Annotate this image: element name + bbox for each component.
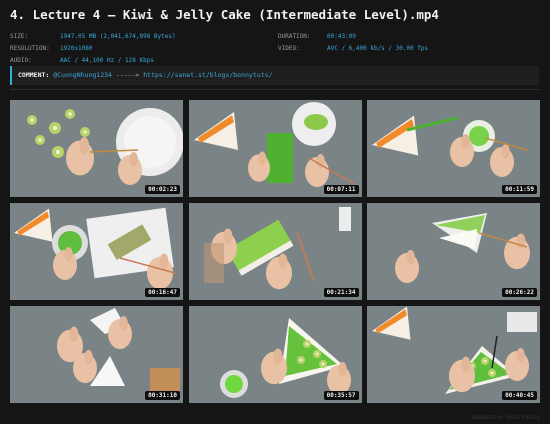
size-value: 1947.05 MB (2,041,674,898 Bytes) <box>60 33 176 40</box>
comment-user: @CuongNhung1234 <box>53 71 112 79</box>
thumbnail-scene-image <box>367 203 540 300</box>
video-thumbnail[interactable]: 00:35:57 <box>188 306 362 403</box>
video-thumbnail[interactable]: 00:31:10 <box>10 306 183 403</box>
comment-bar: COMMENT: @CuongNhung1234 -----> https://… <box>10 66 539 85</box>
resolution-value: 1920x1080 <box>60 45 93 52</box>
video-label: VIDEO: <box>278 45 300 52</box>
duration-value: 00:43:09 <box>327 33 356 40</box>
video-thumbnail[interactable]: 00:21:34 <box>188 203 362 300</box>
thumbnail-scene-image <box>10 100 183 197</box>
thumbnail-scene-image <box>188 100 362 197</box>
video-thumbnail[interactable]: 00:40:45 <box>367 306 540 403</box>
comment-label: COMMENT: <box>18 71 50 79</box>
thumbnail-scene-image <box>188 203 362 300</box>
video-thumbnail[interactable]: 00:11:59 <box>367 100 540 197</box>
thumbnail-timestamp: 00:07:11 <box>323 185 359 194</box>
thumbnail-scene-image <box>10 306 183 403</box>
comment-url[interactable]: https://sanet.st/blogs/bonnytuts/ <box>143 71 272 79</box>
video-thumbnail[interactable]: 00:02:23 <box>10 100 183 197</box>
thumbnail-timestamp: 00:26:22 <box>502 288 537 297</box>
thumbnail-scene-image <box>367 100 540 197</box>
thumbnail-scene-image <box>367 306 540 403</box>
video-title: 4. Lecture 4 – Kiwi & Jelly Cake (Interm… <box>10 7 439 22</box>
resolution-label: RESOLUTION: <box>10 45 50 52</box>
thumbnail-scene-image <box>188 306 362 403</box>
thumbnail-timestamp: 00:31:10 <box>145 391 180 400</box>
video-thumbnail[interactable]: 00:07:11 <box>188 100 362 197</box>
video-thumbnail[interactable]: 00:26:22 <box>367 203 540 300</box>
video-codec-value: AVC / 6,400 kb/s / 30.00 fps <box>327 45 429 52</box>
duration-label: DURATION: <box>278 33 311 40</box>
comment-arrow: -----> <box>115 71 140 79</box>
thumbnail-timestamp: 00:40:45 <box>502 391 537 400</box>
watermark: GENERATED BY VIDEO PREVIEW <box>472 415 540 420</box>
thumbnail-timestamp: 00:02:23 <box>145 185 180 194</box>
thumbnail-timestamp: 00:21:34 <box>323 288 359 297</box>
thumbnail-timestamp: 00:11:59 <box>502 185 537 194</box>
video-thumbnail[interactable]: 00:16:47 <box>10 203 183 300</box>
thumbnail-timestamp: 00:16:47 <box>145 288 180 297</box>
thumbnail-scene-image <box>10 203 183 300</box>
size-label: SIZE: <box>10 33 29 40</box>
thumbnail-timestamp: 00:35:57 <box>323 391 359 400</box>
video-metadata: SIZE: 1947.05 MB (2,041,674,898 Bytes) D… <box>10 31 540 67</box>
divider <box>10 89 540 90</box>
